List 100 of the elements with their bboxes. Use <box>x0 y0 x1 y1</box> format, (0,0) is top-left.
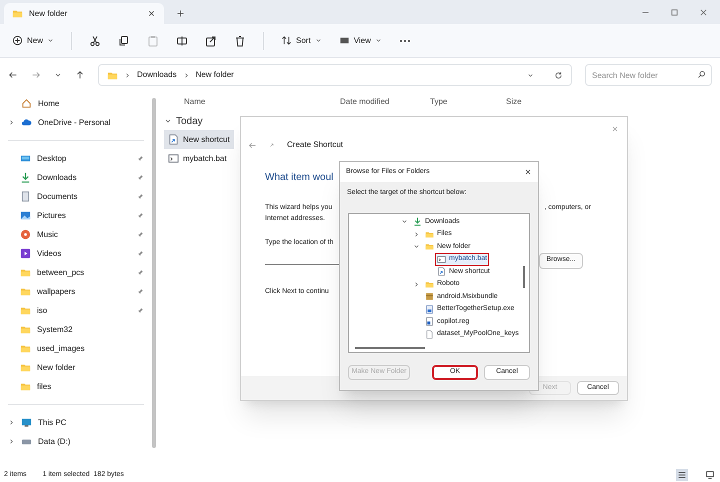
sidebar-item[interactable]: System32 <box>37 324 144 336</box>
caret-icon[interactable] <box>54 71 62 79</box>
plus-icon[interactable] <box>176 9 185 18</box>
view-button[interactable]: View <box>338 34 382 46</box>
sidebar-item[interactable]: Home <box>38 98 144 110</box>
pin-icon <box>137 307 144 314</box>
breadcrumb[interactable]: New folder <box>196 69 234 81</box>
caret-icon <box>47 37 54 44</box>
chevron-icon <box>124 72 131 78</box>
folder-icon <box>425 230 434 239</box>
pin-icon <box>137 250 144 257</box>
chevron-icon[interactable] <box>413 280 420 288</box>
group-header[interactable]: Today <box>176 114 203 128</box>
sidebar-item[interactable]: Pictures <box>37 210 131 222</box>
chevron-icon[interactable] <box>164 117 172 125</box>
sidebar-item[interactable]: between_pcs <box>37 266 131 278</box>
folder-icon <box>20 324 31 335</box>
sidebar-item[interactable]: Downloads <box>37 172 131 184</box>
sidebar-item[interactable]: files <box>37 380 144 392</box>
scissors-icon[interactable] <box>89 34 102 46</box>
column-header[interactable]: Name <box>184 97 206 106</box>
shortcut-icon <box>168 134 179 145</box>
sort-icon <box>281 35 292 46</box>
search-field[interactable]: Search New folder <box>585 64 712 86</box>
pin-icon <box>137 288 144 295</box>
cloud-icon <box>21 117 32 128</box>
column-header[interactable]: Type <box>430 97 448 106</box>
sidebar-item[interactable]: OneDrive - Personal <box>38 116 144 128</box>
shortcut-icon <box>437 267 446 276</box>
scrollbar[interactable] <box>152 98 156 448</box>
picture-icon <box>20 210 31 221</box>
music-icon <box>20 229 31 240</box>
chevron-icon[interactable] <box>8 419 15 426</box>
document-icon <box>20 191 31 202</box>
sidebar-item[interactable]: wallpapers <box>37 286 131 298</box>
sidebar-item[interactable]: Data (D:) <box>38 436 144 448</box>
pin-icon <box>137 174 144 181</box>
registry-file-icon <box>425 317 434 326</box>
sidebar-item[interactable]: This PC <box>38 416 144 428</box>
chevron-icon <box>182 72 190 78</box>
folder-icon <box>20 286 31 297</box>
folder-icon <box>425 242 434 252</box>
address-bar[interactable]: Downloads New folder <box>98 64 572 86</box>
folder-icon <box>20 267 31 278</box>
breadcrumb[interactable]: Downloads <box>137 69 177 81</box>
refresh-icon[interactable] <box>554 70 563 80</box>
caret-icon <box>374 37 382 44</box>
details-view-icon[interactable] <box>677 470 687 480</box>
pin-icon <box>137 269 144 276</box>
sidebar-item[interactable]: used_images <box>37 342 144 354</box>
sort-button[interactable]: Sort <box>281 34 322 46</box>
close-icon[interactable] <box>524 168 532 176</box>
back-icon[interactable] <box>8 70 18 80</box>
sidebar-item[interactable]: Music <box>37 228 131 240</box>
sidebar-item[interactable]: Desktop <box>37 152 131 164</box>
folder-icon <box>12 8 23 19</box>
dialog-heading: What item woul <box>265 171 334 185</box>
computer-icon <box>21 417 32 428</box>
folder-icon <box>20 305 31 316</box>
dialog-title: Create Shortcut <box>287 139 344 151</box>
installer-icon <box>425 304 434 314</box>
monitor-icon <box>20 153 31 164</box>
folder-icon <box>20 381 31 392</box>
pin-icon <box>137 231 144 238</box>
tiles-view-icon[interactable] <box>705 470 715 480</box>
folder-icon <box>20 362 31 373</box>
folder-icon <box>20 343 31 354</box>
close-icon[interactable] <box>147 9 156 18</box>
search-icon[interactable] <box>697 70 706 79</box>
shortcut-icon <box>269 142 275 148</box>
folder-icon <box>425 280 434 289</box>
maximize-icon[interactable] <box>670 8 679 16</box>
batch-file-icon <box>437 254 446 264</box>
download-icon <box>20 172 31 183</box>
sidebar-item[interactable]: Videos <box>37 248 131 260</box>
home-icon <box>21 98 32 109</box>
view-icon <box>338 35 350 46</box>
forward-icon[interactable] <box>31 70 41 80</box>
share-icon[interactable] <box>205 34 218 46</box>
video-icon <box>20 248 31 259</box>
rename-icon[interactable] <box>176 34 188 46</box>
scrollbar[interactable] <box>523 266 525 288</box>
scrollbar[interactable] <box>355 346 425 348</box>
chevron-icon[interactable] <box>8 119 15 126</box>
sidebar-item[interactable]: Documents <box>37 190 131 202</box>
sidebar-item[interactable]: iso <box>37 304 131 316</box>
column-header[interactable]: Size <box>506 97 522 106</box>
up-icon[interactable] <box>75 70 85 80</box>
caret-icon <box>527 72 534 78</box>
pin-icon <box>137 212 144 219</box>
folder-tab[interactable]: New folder <box>4 3 164 24</box>
chevron-icon[interactable] <box>8 438 15 445</box>
file-row[interactable]: New shortcut <box>164 130 234 149</box>
trash-icon[interactable] <box>234 34 246 46</box>
column-header[interactable]: Date modified <box>340 97 390 106</box>
copy-icon[interactable] <box>118 34 130 46</box>
new-button[interactable]: New <box>12 34 54 46</box>
sidebar-item[interactable]: New folder <box>37 362 144 374</box>
file-icon <box>425 330 434 339</box>
pin-icon <box>137 155 144 162</box>
